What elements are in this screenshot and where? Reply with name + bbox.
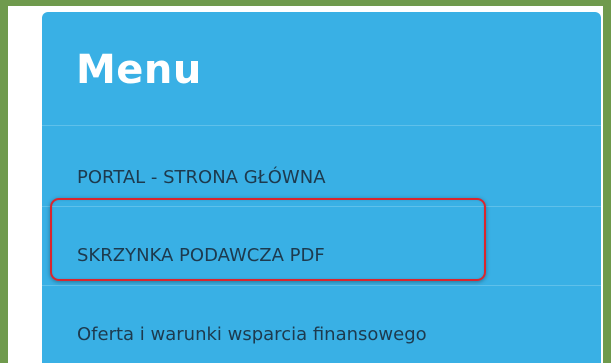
- menu-divider: [42, 125, 601, 126]
- menu-divider: [42, 285, 601, 286]
- menu-item-pdf-inbox[interactable]: SKRZYNKA PODAWCZA PDF: [77, 247, 325, 265]
- side-menu: Menu PORTAL - STRONA GŁÓWNA SKRZYNKA POD…: [42, 12, 601, 363]
- menu-item-financial-offer[interactable]: Oferta i warunki wsparcia finansowego: [77, 326, 427, 344]
- menu-item-portal-home[interactable]: PORTAL - STRONA GŁÓWNA: [77, 169, 326, 187]
- menu-divider: [42, 206, 601, 207]
- menu-title: Menu: [76, 47, 202, 93]
